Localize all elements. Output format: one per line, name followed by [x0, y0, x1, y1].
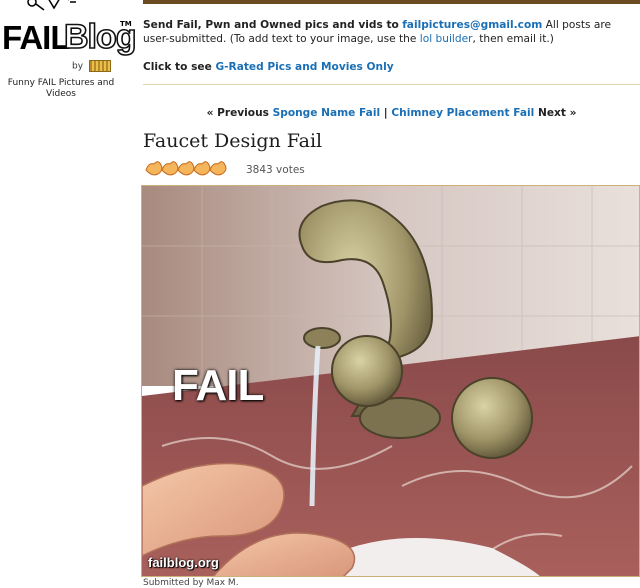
rated-lead: Click to see [143, 61, 212, 73]
previous-post-link[interactable]: Sponge Name Fail [273, 107, 380, 119]
submitted-by: Submitted by Max M. [143, 578, 239, 588]
failblog-watermark: failblog.org [148, 555, 219, 570]
submit-tail-end: , then email it.) [472, 33, 554, 45]
lol-builder-link[interactable]: lol builder [420, 33, 473, 45]
by-label: by [72, 61, 84, 72]
sidebar: FAIL Blog TM by Funny FAIL Pictures and … [0, 0, 137, 585]
post-navigation: « Previous Sponge Name Fail | Chimney Pl… [143, 107, 640, 119]
g-rated-notice: Click to see G-Rated Pics and Movies Onl… [143, 61, 394, 73]
stick-figure-doodle-icon [27, 0, 76, 11]
previous-label: « Previous [206, 107, 269, 119]
site-tagline: Funny FAIL Pictures and Videos [7, 78, 115, 99]
logo-trademark: TM [120, 20, 132, 28]
submit-instructions: Send Fail, Pwn and Owned pics and vids t… [143, 18, 638, 46]
post-title[interactable]: Faucet Design Fail [143, 130, 322, 152]
logo-fail-text: FAIL [2, 19, 70, 56]
submit-email-link[interactable]: failpictures@gmail.com [402, 19, 542, 31]
next-post-link[interactable]: Chimney Placement Fail [391, 107, 534, 119]
fail-caption: FAIL [172, 361, 264, 410]
top-divider [143, 0, 640, 4]
cheezburger-logo-icon [88, 60, 111, 72]
failblog-logo[interactable]: FAIL Blog TM [0, 0, 137, 57]
nav-separator: | [383, 107, 388, 119]
hand-rating-icon[interactable] [145, 158, 231, 176]
post-image[interactable]: FAIL failblog.org [141, 185, 640, 577]
g-rated-link[interactable]: G-Rated Pics and Movies Only [215, 61, 393, 73]
vote-count: 3843 votes [246, 164, 305, 176]
submit-lead: Send Fail, Pwn and Owned pics and vids t… [143, 19, 399, 31]
next-label: Next » [537, 107, 577, 119]
header-divider [143, 84, 640, 85]
by-cheezburger[interactable]: by [72, 60, 111, 72]
